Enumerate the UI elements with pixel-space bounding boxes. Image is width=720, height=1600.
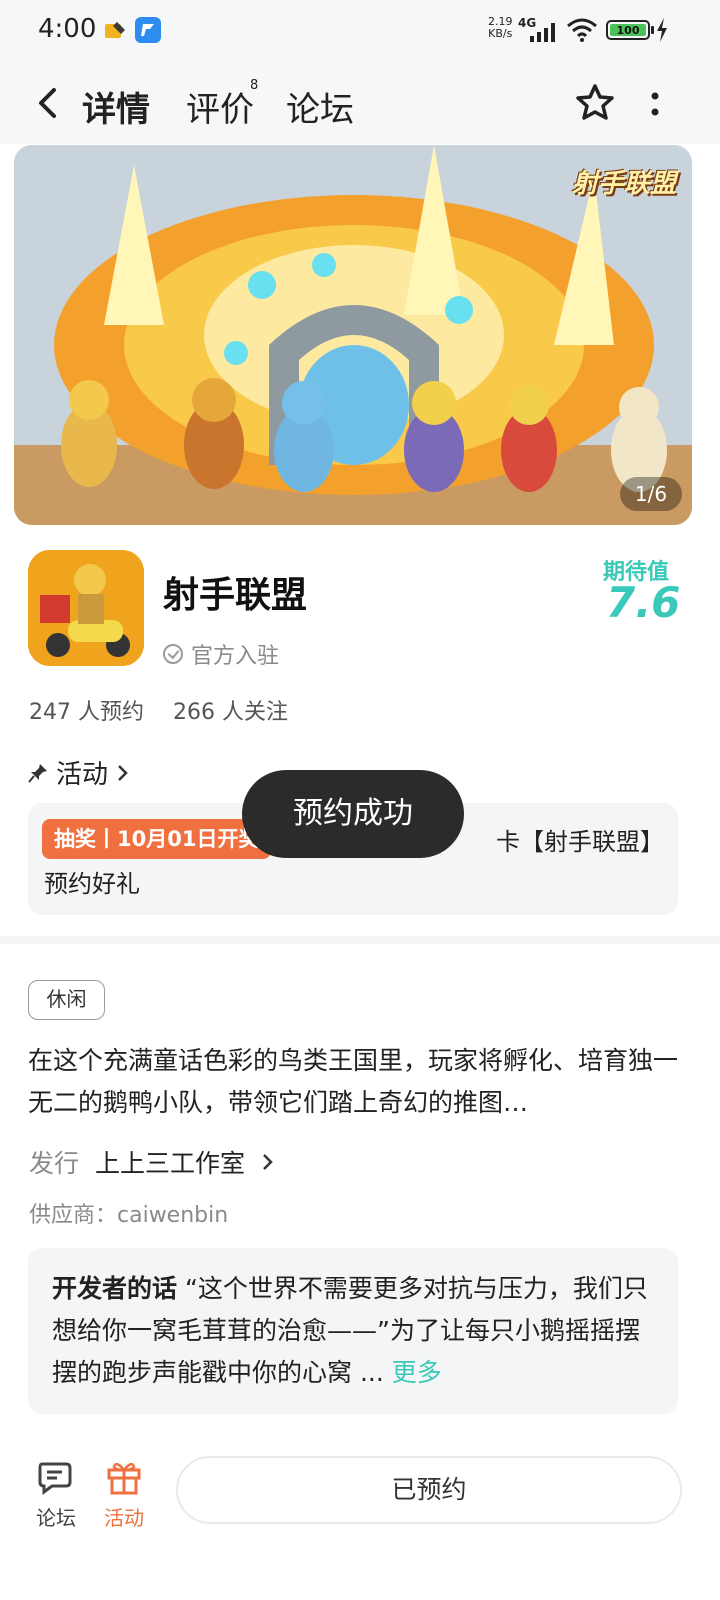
banner-game-logo: 射手联盟 — [571, 169, 676, 199]
app-stats: 247 人预约 266 人关注 — [29, 694, 310, 726]
back-arrow-icon[interactable] — [32, 82, 66, 124]
official-label: 官方入驻 — [191, 644, 280, 669]
activity-text-tail: 卡【射手联盟】 — [496, 828, 664, 856]
tab-forum[interactable]: 论坛 — [286, 82, 354, 131]
wifi-icon — [567, 18, 597, 42]
tab-detail[interactable]: 详情 — [80, 82, 152, 131]
chevron-right-icon — [263, 1154, 273, 1170]
review-count-badge: 8 — [250, 78, 259, 93]
top-nav: 详情 评价 8 论坛 — [0, 62, 720, 144]
pin-icon — [28, 763, 47, 783]
charging-icon — [657, 18, 667, 42]
reserved-button[interactable]: 已预约 — [176, 1456, 682, 1524]
battery-icon: 100 — [606, 20, 650, 40]
network-speed: 2.19 KB/s — [488, 16, 513, 40]
favorite-star-icon[interactable] — [574, 82, 616, 124]
activity-section-header[interactable]: 活动 — [28, 754, 130, 791]
activity-text-line2: 预约好礼 — [44, 870, 140, 898]
developer-note-card[interactable]: 开发者的话 “这个世界不需要更多对抗与压力，我们只想给你一窝毛茸茸的治愈——”为… — [28, 1248, 678, 1414]
lottery-tag: 抽奖丨10月01日开奖 — [42, 819, 272, 859]
status-bar: 4:00 2.19 KB/s 4G 100 — [0, 0, 720, 62]
battery-tip — [651, 26, 654, 34]
tab-forum-label: 论坛 — [286, 90, 354, 130]
network-speed-unit: KB/s — [488, 27, 513, 40]
game-description[interactable]: 在这个充满童话色彩的鸟类王国里，玩家将孵化、培育独一无二的鹅鸭小队，带领它们踏上… — [28, 1040, 678, 1124]
nav-activity[interactable]: 活动 — [94, 1458, 154, 1531]
app-name: 射手联盟 — [163, 575, 308, 616]
status-time: 4:00 — [38, 14, 97, 44]
developer-note: 开发者的话 “这个世界不需要更多对抗与压力，我们只想给你一窝毛茸茸的治愈——”为… — [52, 1268, 658, 1394]
bottom-action-bar: 论坛 活动 已预约 — [0, 1440, 720, 1600]
more-link[interactable]: 更多 — [392, 1358, 442, 1387]
verified-check-icon — [163, 644, 183, 664]
toast-message: 预约成功 — [242, 770, 464, 858]
nav-forum-label: 论坛 — [36, 1506, 76, 1530]
banner-illustration — [14, 145, 692, 525]
forum-chat-icon — [38, 1462, 72, 1495]
nav-forum[interactable]: 论坛 — [26, 1458, 86, 1531]
battery-level: 100 — [610, 24, 646, 37]
app-notification-icon-2 — [135, 17, 161, 43]
follower-count: 266 人关注 — [173, 700, 288, 725]
official-badge: 官方入驻 — [163, 638, 279, 670]
supplier-info: 供应商：caiwenbin — [29, 1203, 229, 1228]
publisher-name: 上上三工作室 — [95, 1149, 246, 1178]
app-icon — [28, 550, 144, 666]
nav-activity-label: 活动 — [104, 1506, 144, 1530]
screenshot-carousel[interactable]: 射手联盟 1/6 — [14, 145, 692, 525]
gift-icon — [107, 1462, 141, 1495]
expectation-score: 7.6 — [606, 578, 681, 627]
tab-review[interactable]: 评价 — [186, 82, 254, 131]
chevron-right-icon — [118, 764, 128, 781]
activity-heading: 活动 — [56, 760, 109, 790]
publisher-row[interactable]: 发行 上上三工作室 — [29, 1144, 275, 1180]
signal-icon — [530, 23, 555, 42]
app-notification-icon — [105, 22, 125, 38]
developer-note-heading: 开发者的话 — [52, 1274, 178, 1303]
tab-review-label: 评价 — [186, 90, 254, 130]
section-divider — [0, 936, 720, 944]
genre-tag[interactable]: 休闲 — [28, 980, 105, 1020]
carousel-counter: 1/6 — [620, 477, 682, 511]
publisher-label: 发行 — [29, 1149, 80, 1178]
more-options-icon[interactable] — [642, 84, 668, 124]
tab-detail-label: 详情 — [82, 90, 150, 130]
reservation-count: 247 人预约 — [29, 700, 144, 725]
